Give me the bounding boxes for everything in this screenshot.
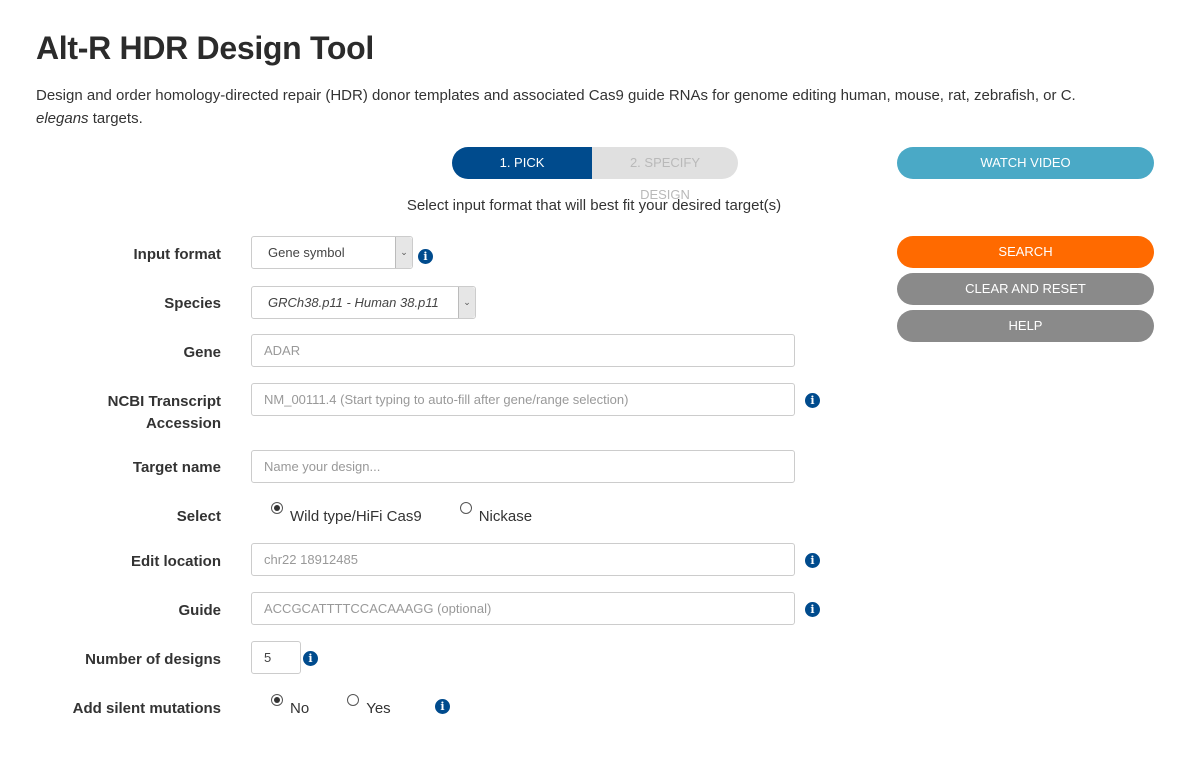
radio-wild-type[interactable]: Wild type/HiFi Cas9 <box>271 502 422 525</box>
chevron-down-icon: ⌄ <box>395 237 412 268</box>
info-icon[interactable]: i <box>303 651 318 666</box>
description-tail: targets. <box>88 110 143 127</box>
radio-label: Wild type/HiFi Cas9 <box>290 508 422 525</box>
transcript-label-line1: NCBI Transcript <box>107 393 221 410</box>
target-name-input[interactable] <box>251 450 795 483</box>
description-text: Design and order homology-directed repai… <box>36 87 1076 104</box>
radio-selected-icon[interactable] <box>271 694 283 706</box>
silent-mutations-radio-group: No Yes <box>271 694 391 717</box>
gene-label: Gene <box>183 344 221 361</box>
transcript-label-line2: Accession <box>145 415 221 432</box>
silent-mutations-label: Add silent mutations <box>72 700 221 717</box>
step-specify-design[interactable]: 2. SPECIFY DESIGN <box>592 147 738 202</box>
species-select[interactable]: GRCh38.p11 - Human 38.p11 ⌄ <box>251 286 476 319</box>
info-icon[interactable]: i <box>805 553 820 568</box>
guide-input[interactable] <box>251 592 795 625</box>
clear-and-reset-button[interactable]: CLEAR AND RESET <box>897 273 1154 305</box>
select-label: Select <box>176 508 221 525</box>
chevron-down-icon: ⌄ <box>458 287 475 318</box>
cas9-type-radio-group: Wild type/HiFi Cas9 Nickase <box>271 502 532 525</box>
page-title: Alt-R HDR Design Tool <box>36 30 374 66</box>
radio-selected-icon[interactable] <box>271 502 283 514</box>
guide-label: Guide <box>178 602 221 619</box>
gene-input[interactable] <box>251 334 795 367</box>
instruction-text: Select input format that will best fit y… <box>406 197 782 214</box>
step-pick-targets[interactable]: 1. PICK TARGET(S) <box>452 147 592 202</box>
species-value: GRCh38.p11 - Human 38.p11 <box>268 295 439 310</box>
edit-location-input[interactable] <box>251 543 795 576</box>
radio-unselected-icon[interactable] <box>459 502 472 514</box>
input-format-label: Input format <box>133 246 222 263</box>
watch-video-button[interactable]: WATCH VIDEO <box>897 147 1154 179</box>
edit-location-label: Edit location <box>131 553 221 570</box>
radio-nickase[interactable]: Nickase <box>459 502 533 525</box>
search-button[interactable]: SEARCH <box>897 236 1154 268</box>
radio-unselected-icon[interactable] <box>347 694 360 706</box>
radio-label: Nickase <box>478 508 533 525</box>
info-icon[interactable]: i <box>435 699 450 714</box>
radio-label: No <box>290 700 310 717</box>
target-name-label: Target name <box>132 459 221 476</box>
radio-label: Yes <box>366 700 391 717</box>
help-button[interactable]: HELP <box>897 310 1154 342</box>
description-italic: elegans <box>36 110 89 127</box>
input-format-value: Gene symbol <box>268 245 345 260</box>
number-of-designs-input[interactable] <box>251 641 301 674</box>
species-label: Species <box>164 295 221 312</box>
page-description: Design and order homology-directed repai… <box>36 84 1136 130</box>
radio-yes[interactable]: Yes <box>347 694 391 717</box>
info-icon[interactable]: i <box>805 602 820 617</box>
info-icon[interactable]: i <box>418 249 433 264</box>
input-format-select[interactable]: Gene symbol ⌄ <box>251 236 413 269</box>
transcript-accession-input[interactable] <box>251 383 795 416</box>
number-of-designs-label: Number of designs <box>85 651 221 668</box>
info-icon[interactable]: i <box>805 393 820 408</box>
step-indicator: 1. PICK TARGET(S) 2. SPECIFY DESIGN <box>452 147 738 202</box>
radio-no[interactable]: No <box>271 694 309 717</box>
transcript-label: NCBI Transcript Accession <box>108 391 221 435</box>
